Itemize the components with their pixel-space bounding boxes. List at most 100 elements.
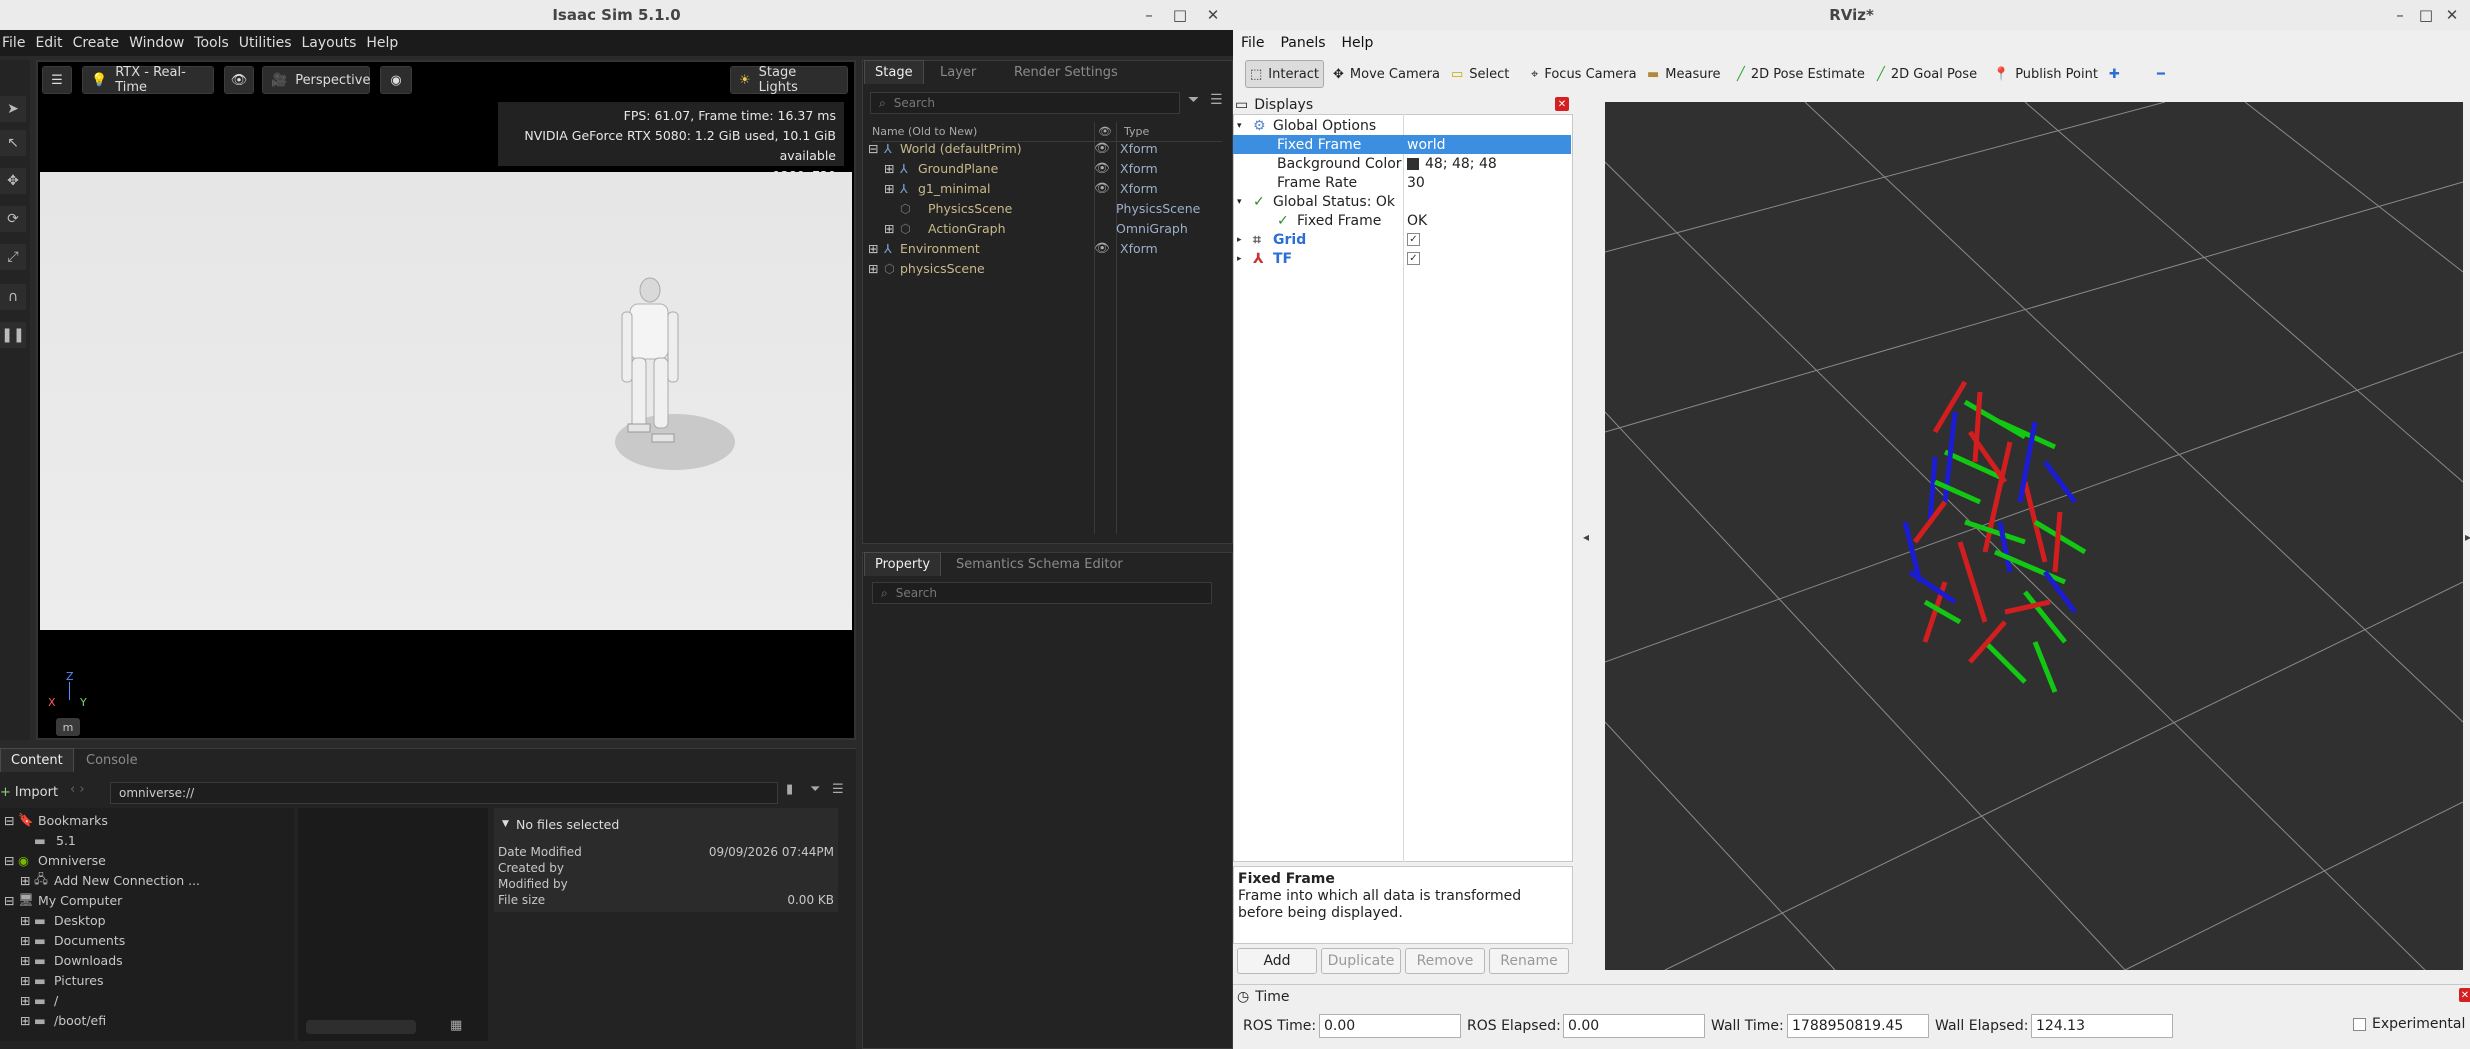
remove-button[interactable]: Remove [1405, 948, 1485, 974]
tool-2d-goal-pose[interactable]: ╱ 2D Goal Pose [1873, 60, 1981, 88]
import-button[interactable]: + Import [0, 780, 58, 804]
camera-button[interactable]: 🎥 Perspective [262, 66, 370, 94]
experimental-checkbox[interactable]: Experimental [2353, 1016, 2465, 1032]
tree-5-1[interactable]: ▬ 5.1 [34, 830, 76, 850]
move-icon[interactable]: ✥ [0, 168, 26, 194]
stage-row-groundplane[interactable]: ⊞ ⅄ GroundPlane 👁 Xform [884, 158, 1158, 178]
tree-pictures[interactable]: ⊞ ▬ Pictures [20, 970, 104, 990]
tree-frame-rate[interactable]: Frame Rate 30 [1233, 173, 1425, 192]
tool-2d-pose-estimate[interactable]: ╱ 2D Pose Estimate [1733, 60, 1869, 88]
menu-layouts[interactable]: Layouts [302, 35, 357, 51]
collapse-right-icon[interactable]: ▸ [2465, 530, 2470, 544]
unit-badge[interactable]: m [56, 718, 80, 736]
menu-utilities[interactable]: Utilities [239, 35, 292, 51]
tool-focus-camera[interactable]: ⌖ Focus Camera [1527, 60, 1641, 88]
add-tool-icon[interactable]: ✚ [2105, 60, 2124, 88]
close-panel-icon[interactable]: ✕ [1555, 97, 1569, 111]
tree-bookmarks[interactable]: ⊟ 🔖 Bookmarks [4, 810, 108, 830]
remove-tool-icon[interactable]: ━ [2153, 60, 2169, 88]
tab-stage[interactable]: Stage [864, 60, 924, 84]
visible-eye-icon[interactable]: 👁 [1094, 160, 1120, 176]
grid-checkbox[interactable]: ✓ [1407, 233, 1420, 246]
scale-icon[interactable]: ⤢ [0, 244, 26, 270]
tab-semantics-schema-editor[interactable]: Semantics Schema Editor [946, 552, 1133, 576]
tree-grid[interactable]: ▸ ⌗ Grid ✓ [1237, 230, 1420, 249]
tree-desktop[interactable]: ⊞ ▬ Desktop [20, 910, 106, 930]
maximize-icon[interactable]: □ [1167, 0, 1193, 30]
filter-icon[interactable]: ⏷ [810, 782, 820, 797]
stage-row-physicsscene-2[interactable]: ⊞ ⬡ physicsScene [868, 258, 1094, 278]
settings-sliders-icon[interactable]: ☰ [42, 66, 72, 94]
menu-edit[interactable]: Edit [35, 35, 62, 51]
tree-boot-efi[interactable]: ⊞ ▬/boot/efi [20, 1010, 106, 1030]
menu-help[interactable]: Help [366, 35, 398, 51]
tree-background-color[interactable]: Background Color 48; 48; 48 [1233, 154, 1497, 173]
close-icon[interactable]: ✕ [1200, 0, 1226, 30]
visible-eye-icon[interactable]: 👁 [1094, 180, 1120, 196]
path-input[interactable]: omniverse:// [110, 782, 778, 804]
pointer-icon[interactable]: ↖ [0, 130, 26, 156]
collapse-left-icon[interactable]: ◂ [1583, 530, 1589, 544]
tree-tf[interactable]: ▸ ⅄ TF ✓ [1237, 249, 1420, 268]
tool-interact[interactable]: ⬚ Interact [1245, 60, 1325, 88]
visible-eye-icon[interactable]: 👁 [1094, 140, 1120, 156]
menu-window[interactable]: Window [129, 35, 184, 51]
snap-icon[interactable]: ∩ [0, 284, 26, 310]
filter-icon[interactable]: ⏷ [1188, 92, 1199, 108]
close-icon[interactable]: ✕ [2439, 0, 2465, 30]
tab-console[interactable]: Console [76, 748, 148, 772]
stage-row-actiongraph[interactable]: ⊞ ⬡ ActionGraph OmniGraph [884, 218, 1188, 238]
rotate-icon[interactable]: ⟳ [0, 206, 26, 232]
ros-elapsed-field[interactable]: 0.00 [1563, 1014, 1705, 1038]
tree-add-connection[interactable]: ⊞ 🖧 Add New Connection ... [20, 870, 200, 890]
stage-row-environment[interactable]: ⊞ ⅄ Environment 👁 Xform [868, 238, 1158, 258]
tree-global-options[interactable]: ▾ ⚙ Global Options [1237, 116, 1376, 135]
tree-documents[interactable]: ⊞ ▬ Documents [20, 930, 125, 950]
menu-file[interactable]: File [2, 35, 25, 51]
tree-fixed-frame[interactable]: Fixed Frame world [1233, 135, 1571, 154]
horizontal-scrollbar[interactable] [306, 1020, 416, 1034]
menu-create[interactable]: Create [73, 35, 120, 51]
duplicate-button[interactable]: Duplicate [1321, 948, 1401, 974]
tab-content[interactable]: Content [0, 748, 74, 772]
tf-checkbox[interactable]: ✓ [1407, 252, 1420, 265]
maximize-icon[interactable]: □ [2413, 0, 2439, 30]
tool-measure[interactable]: ▬ Measure [1643, 60, 1725, 88]
tool-select[interactable]: ▭ Select [1447, 60, 1513, 88]
file-list[interactable] [298, 808, 488, 1041]
bookmark-icon[interactable]: ▮ [786, 782, 793, 797]
tab-layer[interactable]: Layer [930, 60, 986, 84]
minimize-icon[interactable]: – [1136, 0, 1162, 30]
menu-tools[interactable]: Tools [194, 35, 229, 51]
property-search-input[interactable]: ⌕ Search [872, 582, 1212, 604]
wall-elapsed-field[interactable]: 124.13 [2031, 1014, 2173, 1038]
minimize-icon[interactable]: – [2387, 0, 2413, 30]
render-mode-button[interactable]: 💡 RTX - Real-Time [82, 65, 214, 95]
content-menu-icon[interactable]: ☰ [832, 782, 844, 797]
tool-move-camera[interactable]: ✥ Move Camera [1329, 60, 1444, 88]
stage-search-input[interactable]: ⌕ Search [870, 92, 1180, 114]
tree-root[interactable]: ⊞ ▬ / [20, 990, 58, 1010]
close-time-panel-icon[interactable]: ✕ [2459, 988, 2470, 1002]
back-icon[interactable]: ‹ › [70, 782, 85, 797]
grid-view-icon[interactable]: ▦ [450, 1018, 462, 1033]
tree-global-status[interactable]: ▾ ✓ Global Status: Ok [1237, 192, 1395, 211]
pause-icon[interactable]: ❚❚ [0, 322, 26, 348]
stage-row-world[interactable]: ⊟ ⅄ World (defaultPrim) 👁 Xform [868, 138, 1158, 158]
stage-lights-button[interactable]: ☀ Stage Lights [730, 65, 848, 95]
rename-button[interactable]: Rename [1489, 948, 1569, 974]
stage-menu-icon[interactable]: ☰ [1210, 92, 1223, 108]
visible-eye-icon[interactable]: 👁 [1094, 240, 1120, 256]
eye-icon[interactable]: 👁 [224, 66, 254, 94]
wall-time-field[interactable]: 1788950819.45 [1787, 1014, 1929, 1038]
menu-panels[interactable]: Panels [1280, 35, 1325, 51]
select-arrow-icon[interactable]: ➤ [0, 96, 26, 122]
tree-my-computer[interactable]: ⊟ 🖥 My Computer [4, 890, 122, 910]
render-3d-view[interactable] [1605, 102, 2463, 970]
tab-render-settings[interactable]: Render Settings [1004, 60, 1128, 84]
stage-row-g1-minimal[interactable]: ⊞ ⅄ g1_minimal 👁 Xform [884, 178, 1158, 198]
tab-property[interactable]: Property [864, 552, 942, 576]
add-button[interactable]: Add [1237, 948, 1317, 974]
audio-icon[interactable]: ◉ [380, 66, 412, 94]
ros-time-field[interactable]: 0.00 [1319, 1014, 1461, 1038]
